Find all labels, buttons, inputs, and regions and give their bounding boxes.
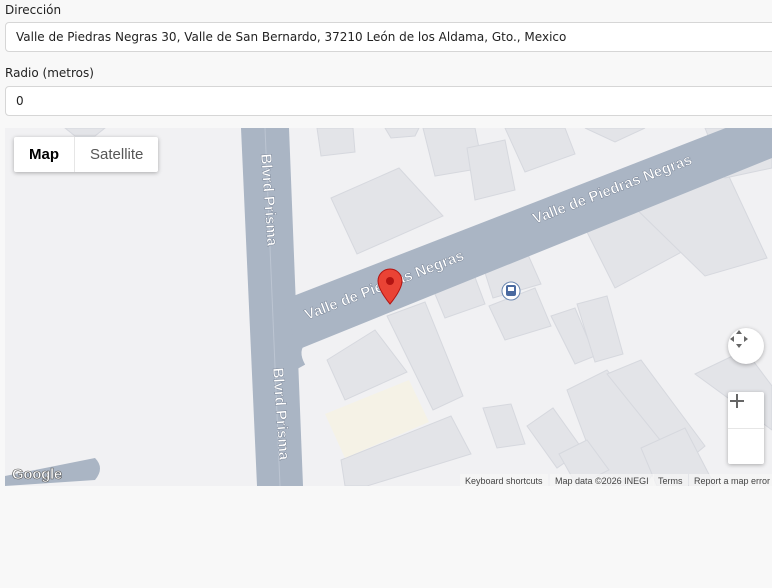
map-type-satellite-button[interactable]: Satellite bbox=[75, 137, 158, 172]
map-canvas: Valle de Piedras Negras Valle de Piedras… bbox=[5, 128, 772, 486]
map-view[interactable]: Valle de Piedras Negras Valle de Piedras… bbox=[5, 128, 772, 486]
map-type-control: Map Satellite bbox=[14, 137, 159, 172]
report-map-error-link[interactable]: Report a map error bbox=[689, 474, 772, 486]
radius-input[interactable]: 0 bbox=[5, 86, 772, 116]
terms-link[interactable]: Terms bbox=[653, 474, 688, 486]
google-logo[interactable]: Google bbox=[12, 466, 63, 484]
move-arrows-icon bbox=[730, 330, 748, 348]
camera-control-button[interactable] bbox=[728, 328, 764, 364]
minus-icon bbox=[730, 400, 744, 402]
zoom-out-button[interactable] bbox=[728, 400, 764, 465]
keyboard-shortcuts-link[interactable]: Keyboard shortcuts bbox=[460, 474, 548, 486]
bus-stop-icon[interactable] bbox=[501, 281, 521, 301]
map-data-attribution: Map data ©2026 INEGI bbox=[550, 474, 654, 486]
map-type-map-button[interactable]: Map bbox=[14, 137, 75, 172]
radius-label: Radio (metros) bbox=[5, 66, 94, 80]
address-input[interactable]: Valle de Piedras Negras 30, Valle de San… bbox=[5, 22, 772, 52]
zoom-control bbox=[728, 392, 764, 464]
address-label: Dirección bbox=[5, 3, 62, 17]
